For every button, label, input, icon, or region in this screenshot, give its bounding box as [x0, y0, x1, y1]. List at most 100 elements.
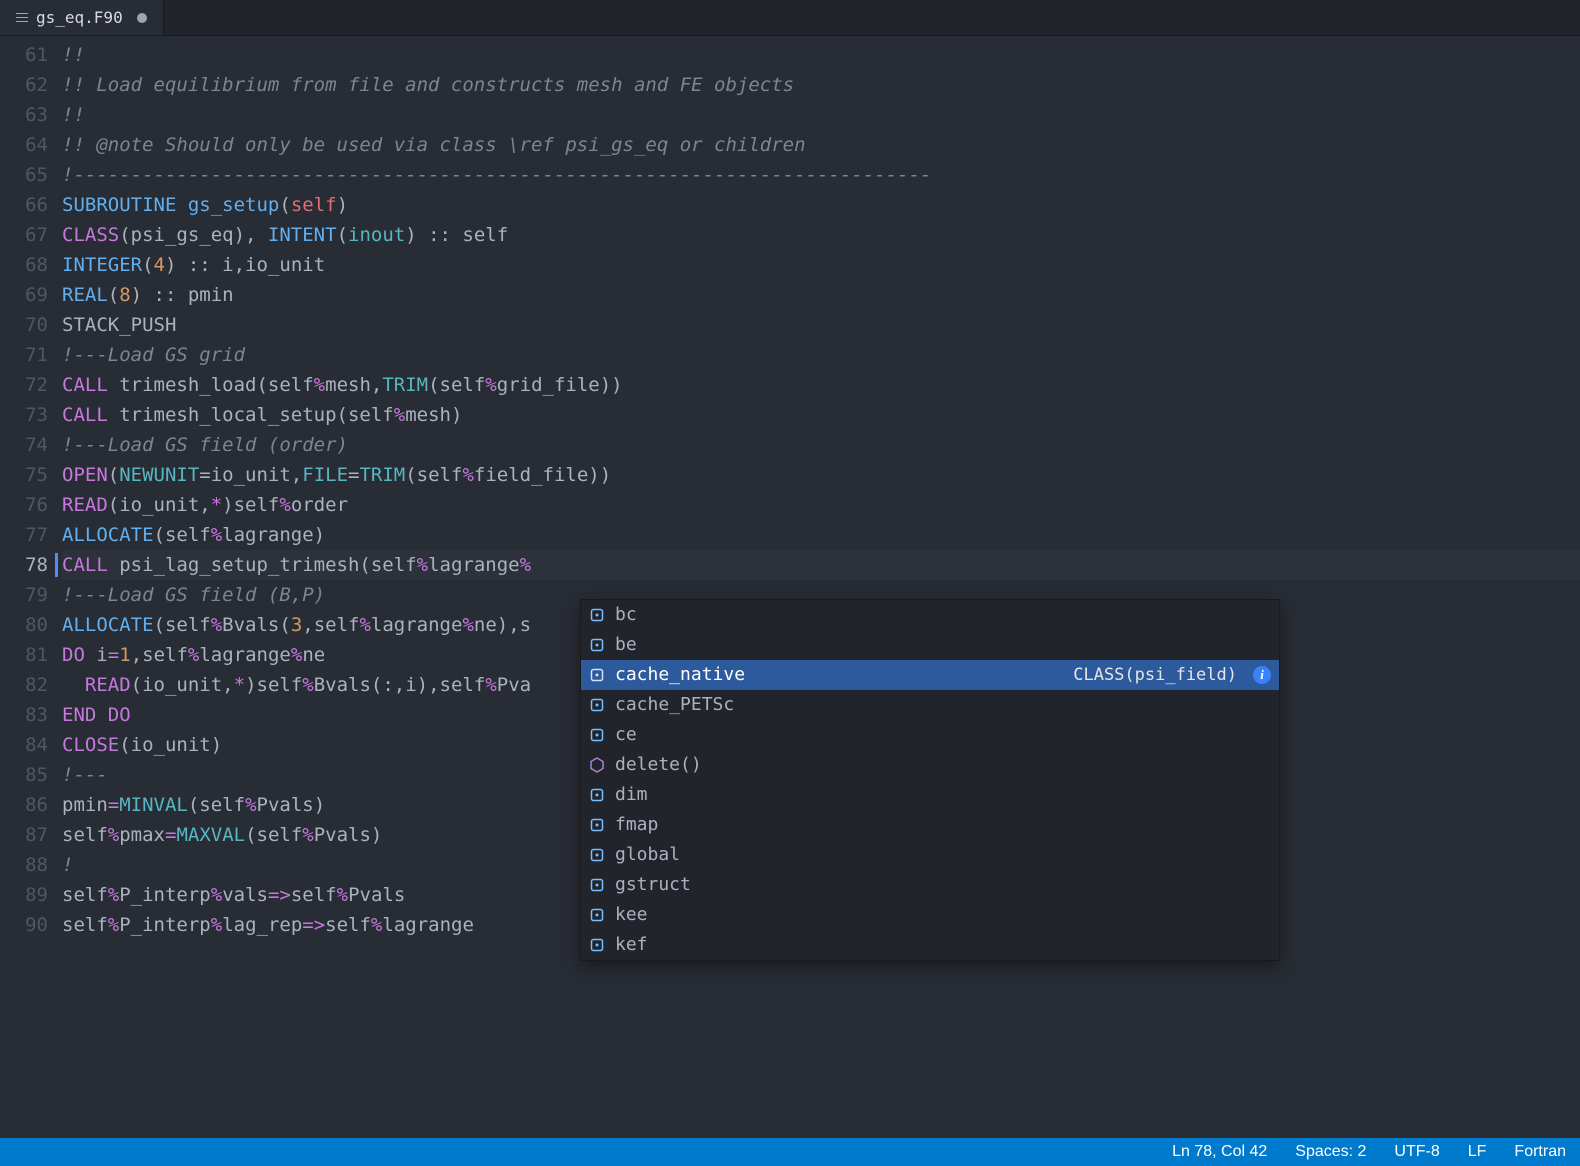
- token: ): [337, 194, 348, 216]
- token: TRIM: [359, 464, 405, 486]
- line-number: 82: [0, 670, 48, 700]
- suggest-item[interactable]: be: [581, 630, 1279, 660]
- token: trimesh_local_setup(self: [108, 404, 394, 426]
- line-number: 68: [0, 250, 48, 280]
- editor[interactable]: 6162636465666768697071727374757677787980…: [0, 36, 1580, 1138]
- token: self: [62, 824, 108, 846]
- editor-tab[interactable]: gs_eq.F90: [0, 0, 164, 35]
- line-number: 69: [0, 280, 48, 310]
- token: %: [417, 554, 428, 576]
- code-line[interactable]: !---Load GS field (order): [62, 430, 1580, 460]
- gutter: 6162636465666768697071727374757677787980…: [0, 40, 62, 1138]
- code-line[interactable]: !! @note Should only be used via class \…: [62, 130, 1580, 160]
- code-line[interactable]: OPEN(NEWUNIT=io_unit,FILE=TRIM(self%fiel…: [62, 460, 1580, 490]
- line-number: 76: [0, 490, 48, 520]
- suggest-label: global: [615, 840, 680, 870]
- line-number: 79: [0, 580, 48, 610]
- token: self: [62, 884, 108, 906]
- token: (self: [154, 614, 211, 636]
- code-line[interactable]: READ(io_unit,*)self%order: [62, 490, 1580, 520]
- suggest-item[interactable]: dim: [581, 780, 1279, 810]
- token: REAL: [62, 284, 108, 306]
- autocomplete-popup[interactable]: bcbecache_nativeCLASS(psi_field)icache_P…: [580, 599, 1280, 961]
- code-line[interactable]: !---Load GS grid: [62, 340, 1580, 370]
- suggest-item[interactable]: gstruct: [581, 870, 1279, 900]
- token: !!: [62, 104, 85, 126]
- code-line[interactable]: !!: [62, 100, 1580, 130]
- token: lagrange: [199, 644, 291, 666]
- token: !---Load GS grid: [62, 344, 245, 366]
- suggest-item[interactable]: ce: [581, 720, 1279, 750]
- suggest-item[interactable]: cache_nativeCLASS(psi_field)i: [581, 660, 1279, 690]
- status-encoding[interactable]: UTF-8: [1394, 1143, 1439, 1161]
- token: %: [485, 374, 496, 396]
- code-line[interactable]: ALLOCATE(self%lagrange): [62, 520, 1580, 550]
- code-line[interactable]: INTEGER(4) :: i,io_unit: [62, 250, 1580, 280]
- token: field_file)): [474, 464, 611, 486]
- token: =>: [268, 884, 291, 906]
- code-line[interactable]: CLASS(psi_gs_eq), INTENT(inout) :: self: [62, 220, 1580, 250]
- suggest-item[interactable]: bc: [581, 600, 1279, 630]
- code-line[interactable]: STACK_PUSH: [62, 310, 1580, 340]
- code-line[interactable]: REAL(8) :: pmin: [62, 280, 1580, 310]
- token: vals: [222, 884, 268, 906]
- status-language[interactable]: Fortran: [1514, 1143, 1566, 1161]
- suggest-item[interactable]: global: [581, 840, 1279, 870]
- token: !! @note Should only be used via class \…: [62, 134, 806, 156]
- code-line[interactable]: !! Load equilibrium from file and constr…: [62, 70, 1580, 100]
- token: %: [211, 914, 222, 936]
- token: END DO: [62, 704, 131, 726]
- token: %: [279, 494, 290, 516]
- status-spaces[interactable]: Spaces: 2: [1295, 1143, 1366, 1161]
- field-icon: [589, 907, 605, 923]
- code-line[interactable]: CALL trimesh_local_setup(self%mesh): [62, 400, 1580, 430]
- suggest-item[interactable]: delete(): [581, 750, 1279, 780]
- token: (self: [405, 464, 462, 486]
- suggest-item[interactable]: cache_PETSc: [581, 690, 1279, 720]
- suggest-label: bc: [615, 600, 637, 630]
- line-number: 73: [0, 400, 48, 430]
- token: pmin: [62, 794, 108, 816]
- token: Pvals): [257, 794, 326, 816]
- suggest-item[interactable]: kee: [581, 900, 1279, 930]
- token: %: [291, 644, 302, 666]
- token: grid_file)): [497, 374, 623, 396]
- token: !: [62, 854, 73, 876]
- token: (self: [188, 794, 245, 816]
- token: TRIM: [382, 374, 428, 396]
- token: psi_lag_setup_trimesh(self: [108, 554, 417, 576]
- status-position[interactable]: Ln 78, Col 42: [1172, 1143, 1267, 1161]
- token: ) :: i,io_unit: [165, 254, 325, 276]
- code-line[interactable]: !---------------------------------------…: [62, 160, 1580, 190]
- token: CALL: [62, 554, 108, 576]
- code-area[interactable]: !!!! Load equilibrium from file and cons…: [62, 40, 1580, 1138]
- info-icon[interactable]: i: [1253, 666, 1271, 684]
- code-line[interactable]: CALL trimesh_load(self%mesh,TRIM(self%gr…: [62, 370, 1580, 400]
- token: (self: [154, 524, 211, 546]
- line-number: 86: [0, 790, 48, 820]
- token: DO: [62, 644, 85, 666]
- line-number: 77: [0, 520, 48, 550]
- token: Pvals: [348, 884, 405, 906]
- token: (: [142, 254, 153, 276]
- code-line[interactable]: SUBROUTINE gs_setup(self): [62, 190, 1580, 220]
- token: ,self: [302, 614, 359, 636]
- suggest-label: gstruct: [615, 870, 691, 900]
- dirty-indicator-icon: [137, 13, 147, 23]
- suggest-label: cache_native: [615, 660, 745, 690]
- token: lagrange: [382, 914, 474, 936]
- field-icon: [589, 727, 605, 743]
- suggest-label: kee: [615, 900, 648, 930]
- code-line[interactable]: !!: [62, 40, 1580, 70]
- token: MAXVAL: [176, 824, 245, 846]
- suggest-item[interactable]: fmap: [581, 810, 1279, 840]
- suggest-item[interactable]: kef: [581, 930, 1279, 960]
- status-eol[interactable]: LF: [1468, 1143, 1487, 1161]
- token: !---Load GS field (B,P): [62, 584, 325, 606]
- token: %: [108, 824, 119, 846]
- token: self: [291, 884, 337, 906]
- code-line[interactable]: CALL psi_lag_setup_trimesh(self%lagrange…: [62, 550, 1580, 580]
- status-bar: Ln 78, Col 42 Spaces: 2 UTF-8 LF Fortran: [0, 1138, 1580, 1166]
- line-number: 89: [0, 880, 48, 910]
- token: (io_unit,: [108, 494, 211, 516]
